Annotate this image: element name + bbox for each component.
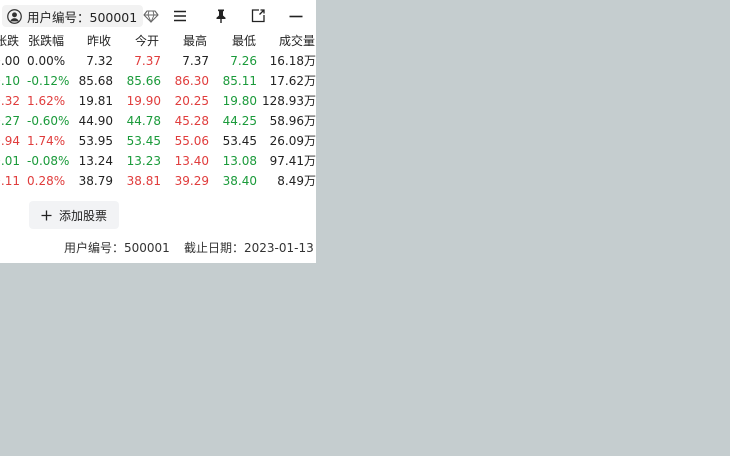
cell-change-percent: 1.62%	[27, 94, 66, 108]
column-header-change[interactable]: 张跌	[0, 31, 19, 51]
add-stock-button[interactable]: 添加股票	[29, 201, 119, 229]
cell-change-percent: -0.08%	[27, 154, 70, 168]
cell-open: 85.66	[126, 74, 161, 88]
cell-change: 0.11	[0, 174, 20, 188]
menu-icon[interactable]	[172, 8, 188, 24]
plus-icon	[41, 210, 52, 220]
cell-change-percent: -0.12%	[27, 74, 70, 88]
popout-icon[interactable]	[250, 8, 266, 24]
column-header-low[interactable]: 最低	[232, 31, 256, 51]
column-header-change-percent[interactable]: 张跌幅	[28, 31, 64, 51]
stock-widget-panel: 用户编号：500001 张跌 张跌幅 昨收 今开 最高 最低 成交量 0	[0, 0, 316, 263]
cell-prev-close: 13.24	[78, 154, 113, 168]
table-row[interactable]: 0.27 -0.60% 44.90 44.78 45.28 44.25 58.96万	[0, 111, 316, 131]
cell-open: 53.45	[126, 134, 161, 148]
cell-low: 85.11	[222, 74, 257, 88]
cell-low: 44.25	[222, 114, 257, 128]
cell-volume: 16.18万	[269, 54, 316, 68]
cell-low: 53.45	[222, 134, 257, 148]
table-row[interactable]: 0.32 1.62% 19.81 19.90 20.25 19.80 128.93万	[0, 91, 316, 111]
column-header-high[interactable]: 最高	[183, 31, 207, 51]
cell-change: 0.32	[0, 94, 20, 108]
minimize-icon[interactable]	[288, 8, 304, 24]
column-header-prev-close[interactable]: 昨收	[87, 31, 111, 51]
cell-low: 7.26	[230, 54, 257, 68]
cell-change-percent: -0.60%	[27, 114, 70, 128]
cell-high: 55.06	[174, 134, 209, 148]
cell-open: 13.23	[126, 154, 161, 168]
cell-prev-close: 7.32	[86, 54, 113, 68]
footer-deadline: 截止日期：2023-01-13	[184, 241, 314, 255]
cell-volume: 128.93万	[262, 94, 316, 108]
cell-prev-close: 19.81	[78, 94, 113, 108]
cell-prev-close: 85.68	[78, 74, 113, 88]
cell-low: 38.40	[222, 174, 257, 188]
cell-open: 38.81	[126, 174, 161, 188]
column-header-volume[interactable]: 成交量	[279, 31, 315, 51]
cell-prev-close: 53.95	[78, 134, 113, 148]
cell-high: 7.37	[182, 54, 209, 68]
cell-change: 0.94	[0, 134, 20, 148]
cell-open: 7.37	[134, 54, 161, 68]
cell-open: 44.78	[126, 114, 161, 128]
cell-open: 19.90	[126, 94, 161, 108]
table-row[interactable]: 0.00 0.00% 7.32 7.37 7.37 7.26 16.18万	[0, 51, 316, 71]
cell-change: 0.27	[0, 114, 20, 128]
cell-volume: 58.96万	[269, 114, 316, 128]
pin-icon[interactable]	[213, 8, 229, 24]
cell-volume: 8.49万	[277, 174, 316, 188]
user-account-chip[interactable]: 用户编号：500001	[2, 5, 144, 27]
add-stock-label: 添加股票	[58, 208, 107, 223]
cell-volume: 26.09万	[269, 134, 316, 148]
diamond-icon[interactable]	[143, 8, 159, 24]
cell-change-percent: 0.00%	[27, 54, 66, 68]
cell-low: 13.08	[222, 154, 257, 168]
cell-prev-close: 44.90	[78, 114, 113, 128]
cell-high: 39.29	[174, 174, 209, 188]
cell-change: 0.00	[0, 54, 20, 68]
title-bar: 用户编号：500001	[0, 0, 316, 32]
cell-change-percent: 1.74%	[27, 134, 66, 148]
table-row[interactable]: 0.94 1.74% 53.95 53.45 55.06 53.45 26.09万	[0, 131, 316, 151]
avatar-icon	[7, 8, 22, 24]
column-header-open[interactable]: 今开	[135, 31, 159, 51]
cell-high: 86.30	[174, 74, 209, 88]
user-id-label: 用户编号：500001	[27, 9, 138, 25]
table-row[interactable]: 0.10 -0.12% 85.68 85.66 86.30 85.11 17.62万	[0, 71, 316, 91]
table-row[interactable]: 0.11 0.28% 38.79 38.81 39.29 38.40 8.49万	[0, 171, 316, 191]
cell-change-percent: 0.28%	[27, 174, 66, 188]
cell-low: 19.80	[222, 94, 257, 108]
footer-user-id: 用户编号：500001	[64, 241, 170, 255]
cell-volume: 17.62万	[269, 74, 316, 88]
table-row[interactable]: 0.01 -0.08% 13.24 13.23 13.40 13.08 97.41万	[0, 151, 316, 171]
table-header: 张跌 张跌幅 昨收 今开 最高 最低 成交量	[0, 31, 316, 51]
cell-change: 0.10	[0, 74, 20, 88]
cell-high: 13.40	[174, 154, 209, 168]
cell-high: 45.28	[174, 114, 209, 128]
cell-high: 20.25	[174, 94, 209, 108]
cell-change: 0.01	[0, 154, 20, 168]
cell-prev-close: 38.79	[78, 174, 113, 188]
cell-volume: 97.41万	[269, 154, 316, 168]
